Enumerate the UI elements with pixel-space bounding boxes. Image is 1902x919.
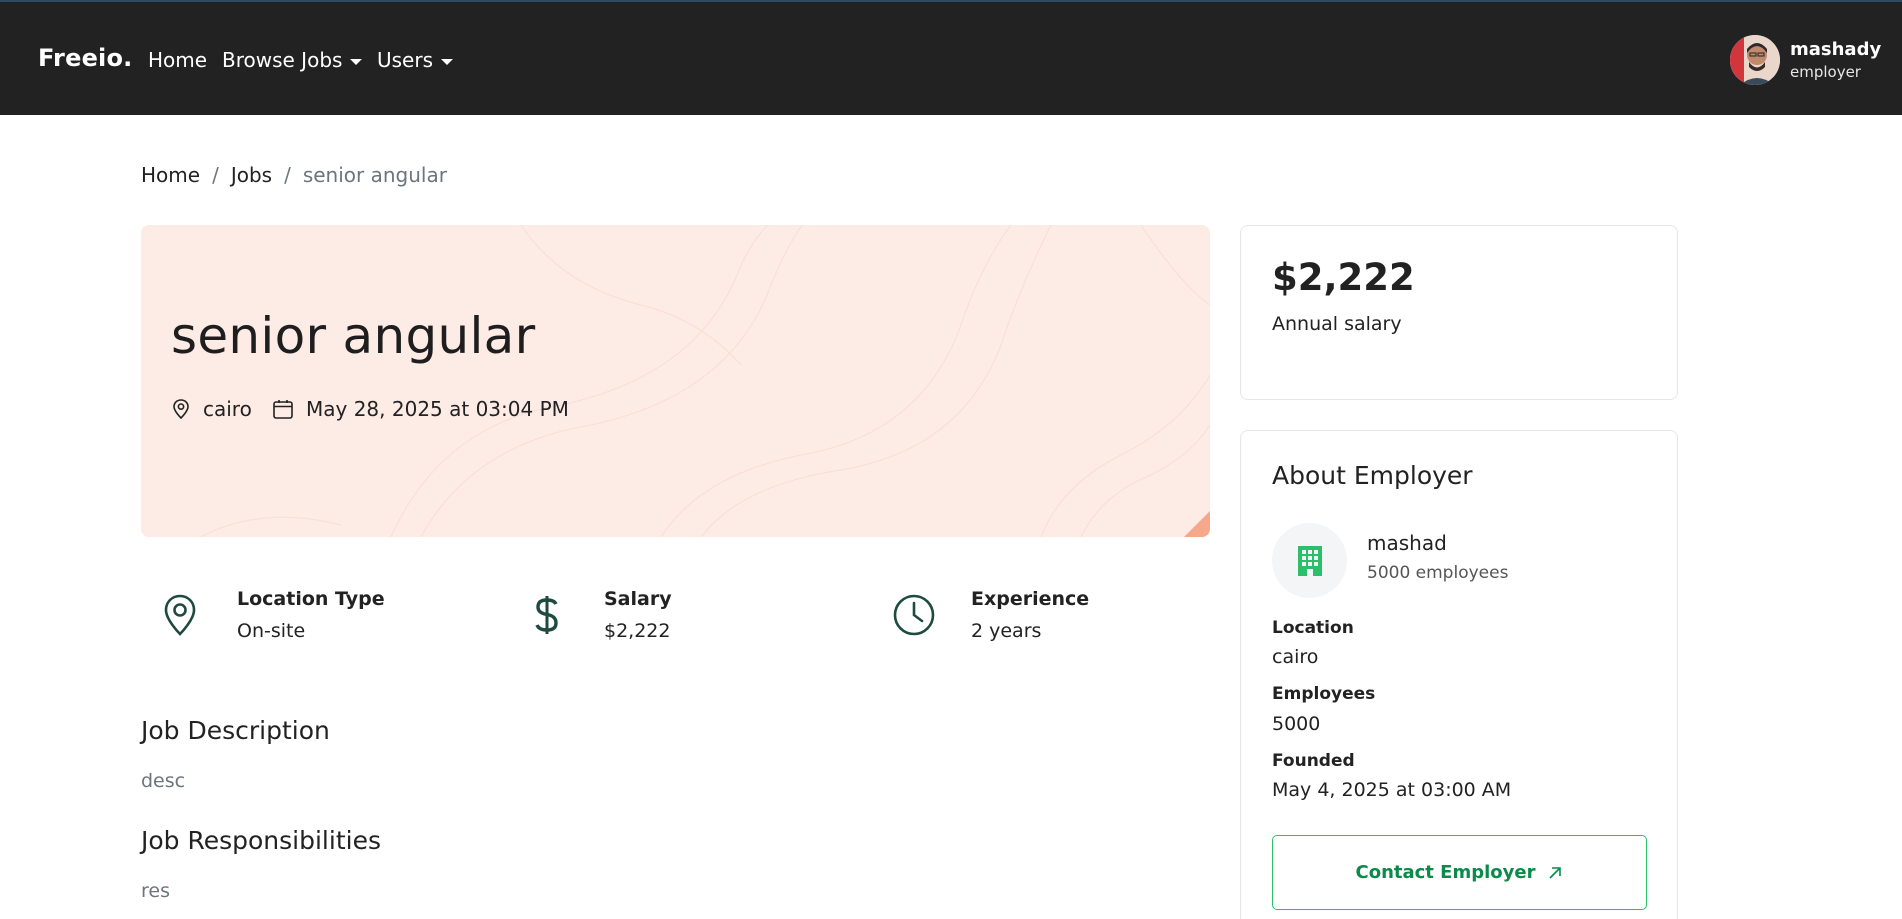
employer-card: About Employer mashad 5000 employees Loc… (1240, 430, 1678, 919)
map-pin-icon (164, 594, 196, 636)
job-responsibilities-text: res (141, 880, 170, 902)
breadcrumb-separator: / (212, 163, 219, 187)
feature-value: 2 years (971, 620, 1042, 642)
job-description-heading: Job Description (141, 716, 330, 745)
employer-card-title: About Employer (1272, 461, 1473, 490)
job-responsibilities-heading: Job Responsibilities (141, 826, 381, 855)
nav-browse-jobs-dropdown[interactable]: Browse Jobs (222, 48, 363, 72)
nav-home-label: Home (148, 48, 208, 72)
job-posted-text: May 28, 2025 at 03:04 PM (306, 397, 569, 421)
caret-down-icon (350, 58, 363, 65)
job-description-text: desc (141, 770, 186, 792)
arrow-up-right-icon (1549, 866, 1562, 879)
avatar-image (1730, 35, 1780, 85)
building-icon (1297, 545, 1322, 576)
employer-name[interactable]: mashad (1367, 531, 1447, 555)
employer-logo (1272, 523, 1347, 598)
hero-corner-accent (1184, 511, 1210, 537)
employer-employees-value: 5000 (1272, 713, 1321, 735)
salary-amount: $2,222 (1272, 256, 1415, 299)
feature-value: $2,222 (604, 620, 671, 642)
breadcrumb: Home / Jobs / senior angular (141, 163, 447, 187)
nav-users-label: Users (377, 48, 434, 72)
user-role: employer (1790, 63, 1861, 81)
caret-down-icon (441, 58, 454, 65)
nav-home-link[interactable]: Home (148, 48, 207, 72)
calendar-icon (273, 400, 293, 419)
employer-size: 5000 employees (1367, 563, 1509, 583)
employer-employees-label: Employees (1272, 684, 1376, 704)
salary-label: Annual salary (1272, 313, 1402, 335)
breadcrumb-separator: / (284, 163, 291, 187)
brand-logo[interactable]: Freeio. (38, 44, 132, 72)
user-name[interactable]: mashady (1790, 39, 1881, 60)
employer-location-label: Location (1272, 618, 1354, 638)
contact-employer-label: Contact Employer (1355, 862, 1536, 883)
breadcrumb-jobs[interactable]: Jobs (231, 163, 272, 187)
contact-employer-button[interactable]: Contact Employer (1272, 835, 1647, 910)
feature-title: Salary (604, 588, 672, 610)
feature-title: Location Type (237, 588, 385, 610)
job-title: senior angular (171, 307, 536, 365)
nav-users-dropdown[interactable]: Users (377, 48, 454, 72)
user-avatar[interactable] (1730, 35, 1780, 85)
dollar-icon (535, 596, 558, 634)
feature-title: Experience (971, 588, 1090, 610)
hero-topography-pattern (200, 225, 1210, 537)
map-pin-icon (173, 399, 189, 420)
salary-card: $2,222 Annual salary (1240, 225, 1678, 400)
employer-founded-label: Founded (1272, 751, 1355, 771)
job-location-text: cairo (203, 397, 252, 421)
employer-location-value: cairo (1272, 646, 1319, 668)
feature-value: On-site (237, 620, 306, 642)
job-location: cairo (171, 397, 252, 421)
breadcrumb-home[interactable]: Home (141, 163, 200, 187)
employer-founded-value: May 4, 2025 at 03:00 AM (1272, 779, 1512, 801)
nav-browse-jobs-label: Browse Jobs (222, 48, 343, 72)
top-navbar: Freeio. Home Browse Jobs Users mashady e… (0, 0, 1902, 115)
job-posted-date: May 28, 2025 at 03:04 PM (272, 397, 569, 421)
job-hero-banner: senior angular cairo May 28, 2025 at 03:… (141, 225, 1210, 537)
clock-icon (893, 594, 935, 636)
breadcrumb-current: senior angular (302, 163, 447, 187)
